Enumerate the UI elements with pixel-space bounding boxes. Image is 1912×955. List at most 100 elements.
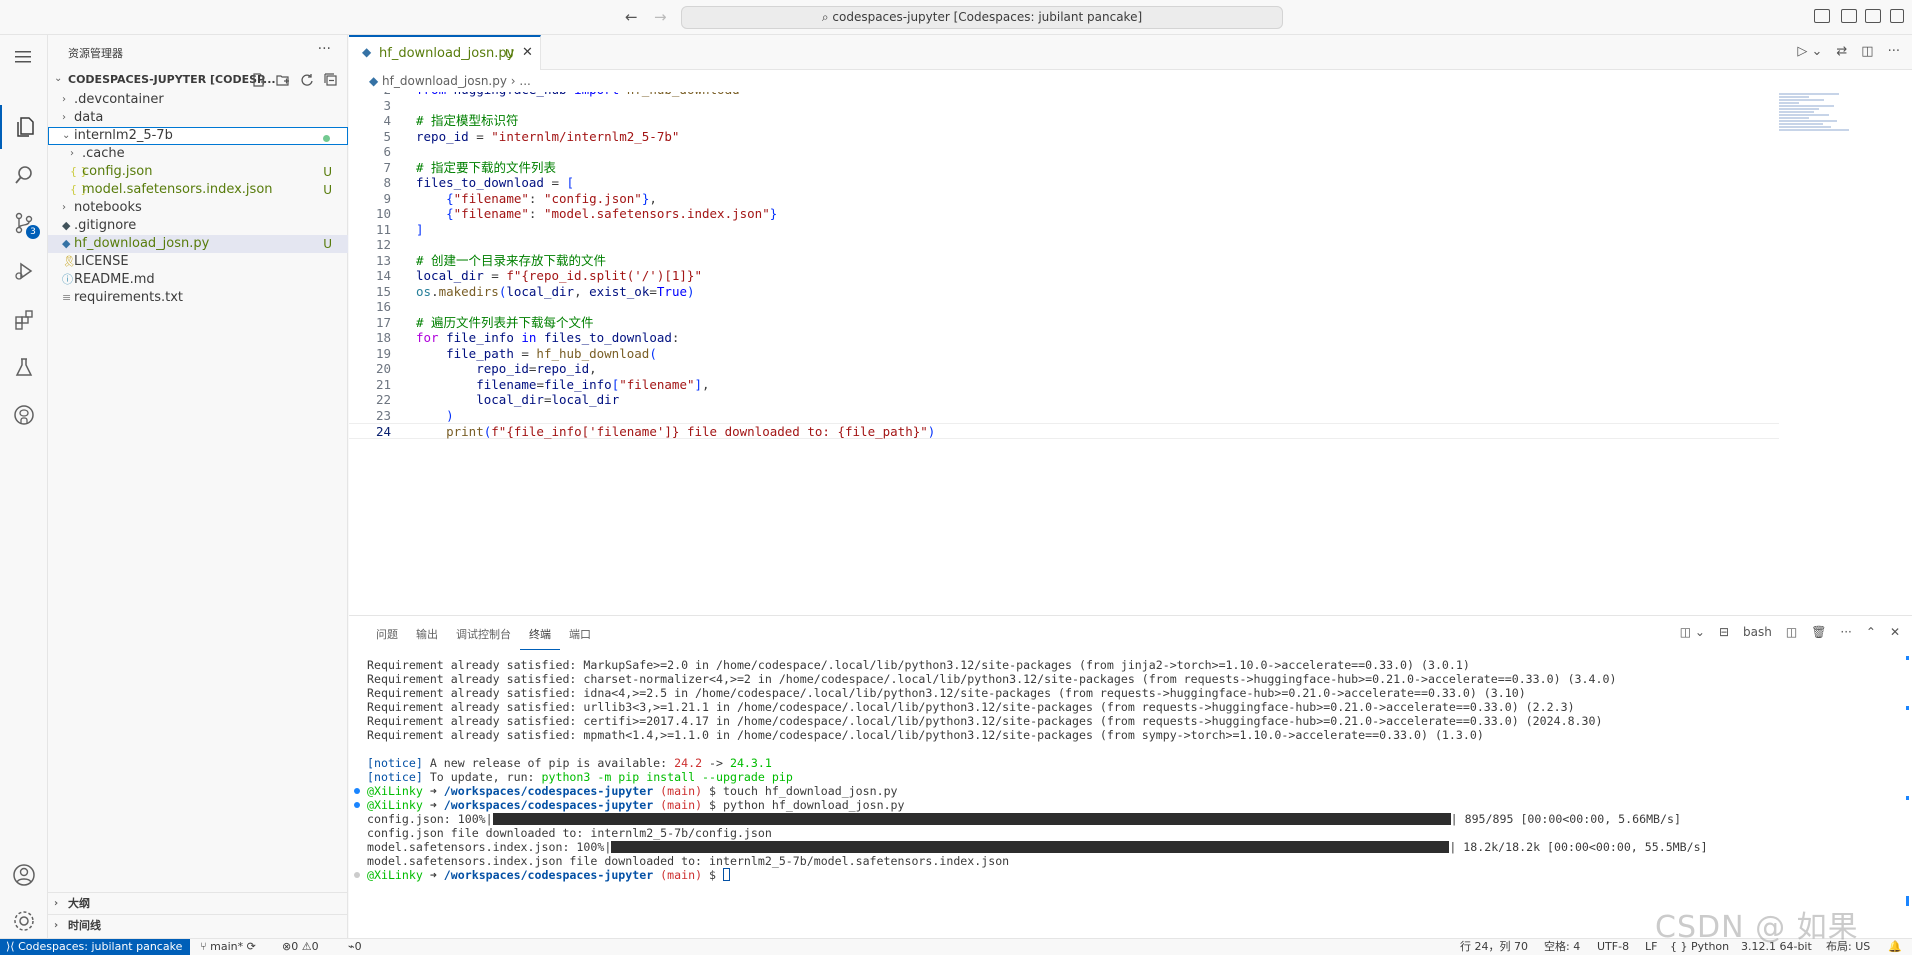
more-actions-icon[interactable]: ··· [318,41,331,57]
manage-gear-icon[interactable] [0,899,48,943]
tree-file[interactable]: ⓘ README.md [48,271,348,289]
sync-icon: ⟳ [246,940,256,953]
encoding[interactable]: UTF-8 [1597,939,1629,954]
tree-file[interactable]: ◆ hf_download_josn.py U [48,235,348,253]
line-number: 21 [375,376,391,392]
code-text: # 指定模型标识符 [416,113,519,128]
search-icon[interactable] [0,153,48,197]
tree-folder[interactable]: › .cache [48,145,348,163]
new-file-icon[interactable] [250,71,268,89]
workspace-title: CODESPACES-JUPYTER [CODESP... [68,73,276,86]
tree-folder[interactable]: ⌄ internlm2_5-7b [48,127,348,145]
git-branch-icon: ⑂ [200,940,211,953]
tree-file[interactable]: { } config.json U [48,163,348,181]
tree-file[interactable]: 🎗 LICENSE [48,253,348,271]
chevron-right-icon: › [62,202,66,213]
menu-icon[interactable] [0,35,48,79]
run-python-file-icon[interactable]: ▷ ⌄ [1797,44,1822,59]
panel-tab[interactable]: 输出 [407,616,447,650]
compare-changes-icon[interactable]: ⇄ [1836,44,1847,59]
command-decoration-icon[interactable] [354,788,360,794]
split-icon[interactable]: ◫ [1786,625,1797,639]
minimap[interactable] [1779,92,1899,152]
code-line: 11] [349,222,1779,238]
tree-item-label: notebooks [74,200,142,215]
code-text: os.makedirs(local_dir, exist_ok=True) [416,283,695,299]
code-text: ) [446,407,454,423]
breadcrumb: ◆ hf_download_josn.py › ... [349,70,1912,92]
editor-tabs: ◆ hf_download_josn.py U ✕ ▷ ⌄ ⇄ ◫ ··· [349,35,1912,70]
terminal-shell-label[interactable]: bash [1743,625,1772,639]
breadcrumb-more[interactable]: ... [519,74,530,88]
toggle-panel-icon[interactable] [1841,9,1857,23]
cursor-position[interactable]: 行 24，列 70 [1460,939,1528,954]
chevron-right-icon: › [54,920,59,931]
panel-tabs: 问题 输出 调试控制台 终端 端口 [349,616,600,650]
close-icon[interactable]: ✕ [1890,625,1900,639]
tree-item-label: README.md [74,272,155,287]
notifications-bell-icon[interactable]: 🔔 [1888,939,1902,954]
panel-tab[interactable]: 调试控制台 [447,616,520,650]
toggle-primary-sidebar-icon[interactable] [1814,9,1830,23]
branch-indicator[interactable]: ⑂ main* ⟳ [200,939,256,954]
terminal-shell-icon[interactable]: ⊟ [1719,625,1729,639]
refresh-icon[interactable] [298,71,316,89]
forward-arrow-icon[interactable]: → [654,8,667,26]
terminal[interactable]: Requirement already satisfied: MarkupSaf… [354,658,1897,938]
tree-folder[interactable]: › .devcontainer [48,91,348,109]
tree-file[interactable]: { } model.safetensors.index.json U [48,181,348,199]
panel-tab[interactable]: 问题 [367,616,407,650]
extensions-icon[interactable] [0,297,48,341]
collapse-all-icon[interactable] [322,71,340,89]
tab-hf-download-josn[interactable]: ◆ hf_download_josn.py U ✕ [349,35,541,70]
more-actions-icon[interactable]: ··· [1840,625,1851,639]
problems-indicator[interactable]: ⊗0 ⚠0 [282,939,319,954]
testing-icon[interactable] [0,345,48,389]
line-number: 10 [375,206,391,221]
tree-file[interactable]: ≡ requirements.txt [48,289,348,307]
kill-terminal-icon[interactable]: 🗑 [1811,625,1826,639]
explorer-icon[interactable] [0,105,48,149]
back-arrow-icon[interactable]: ← [625,8,638,26]
source-control-badge: 3 [26,225,40,239]
command-decoration-icon[interactable] [354,872,360,878]
command-center[interactable]: ⌕ codespaces-jupyter [Codespaces: jubila… [681,6,1283,29]
tree-folder[interactable]: › notebooks [48,199,348,217]
timeline-section[interactable]: › 时间线 [48,914,348,936]
github-icon[interactable] [0,393,48,437]
line-number: 9 [383,190,391,206]
split-editor-icon[interactable]: ◫ [1861,44,1873,59]
close-icon[interactable]: ✕ [522,45,533,60]
tree-folder[interactable]: › data [48,109,348,127]
remote-indicator[interactable]: ⟩⟨ Codespaces: jubilant pancake [0,939,191,955]
account-icon[interactable] [0,853,48,897]
run-debug-icon[interactable] [0,249,48,293]
panel-tab[interactable]: 终端 [520,616,560,650]
workspace-section-header[interactable]: ⌄ CODESPACES-JUPYTER [CODESP... [48,69,348,91]
code-editor[interactable]: 2from huggingface_hub import hf_hub_down… [349,92,1912,615]
chevron-right-icon: › [62,112,66,123]
line-number: 11 [375,221,391,237]
command-decoration-icon[interactable] [354,802,360,808]
source-control-icon[interactable]: 3 [0,201,48,245]
customize-layout-icon[interactable] [1890,9,1904,23]
more-actions-icon[interactable]: ··· [1888,44,1900,59]
line-number: 24 [375,424,391,439]
terminal-prompt-line: @XiLinky ➜ /workspaces/codespaces-jupyte… [354,784,1897,798]
ports-indicator[interactable]: ⌁0 [348,939,362,954]
split-terminal-icon[interactable]: ◫ ⌄ [1680,625,1705,639]
terminal-scrollbar[interactable] [1906,656,1910,926]
code-line: 20 repo_id=repo_id, [349,361,1779,377]
tree-file[interactable]: ◆ .gitignore [48,217,348,235]
toggle-secondary-sidebar-icon[interactable] [1865,9,1881,23]
new-folder-icon[interactable] [274,71,292,89]
code-line: 7 # 指定要下载的文件列表 [349,160,1779,176]
panel-tab[interactable]: 端口 [560,616,600,650]
chevron-right-icon: › [54,898,59,909]
indentation[interactable]: 空格: 4 [1544,939,1580,954]
outline-section[interactable]: › 大纲 [48,892,348,914]
text-file-icon: ≡ [62,291,72,304]
breadcrumb-file[interactable]: hf_download_josn.py [382,74,507,88]
maximize-panel-icon[interactable]: ⌃ [1866,625,1876,639]
